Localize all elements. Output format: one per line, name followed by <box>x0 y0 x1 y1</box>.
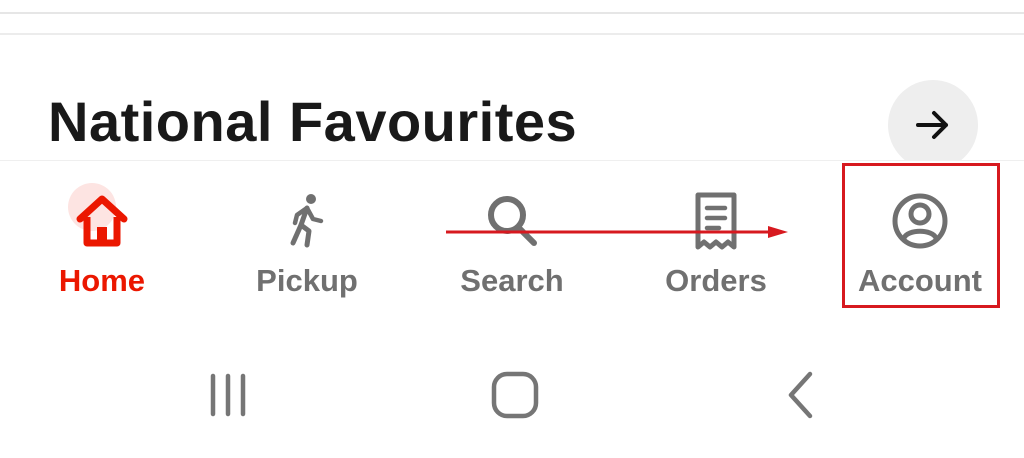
see-all-button[interactable] <box>888 80 978 170</box>
nav-tab-search[interactable]: Search <box>410 161 614 311</box>
system-home-icon[interactable] <box>480 360 550 430</box>
receipt-icon <box>684 189 748 253</box>
top-strip <box>0 0 1024 35</box>
nav-tab-pickup[interactable]: Pickup <box>205 161 409 311</box>
back-icon[interactable] <box>766 360 836 430</box>
nav-tab-label: Home <box>58 263 146 298</box>
nav-tab-orders[interactable]: Orders <box>614 161 818 311</box>
section-title: National Favourites <box>48 90 578 153</box>
nav-tab-home[interactable]: Home <box>0 161 204 311</box>
nav-tab-label: Search <box>460 263 564 298</box>
recents-icon[interactable] <box>193 360 263 430</box>
arrow-right-icon <box>916 111 948 139</box>
search-icon <box>480 189 544 253</box>
system-nav-bar <box>0 330 1024 458</box>
walking-person-icon <box>275 189 339 253</box>
bottom-nav-bar: Home Pickup Search Orders Account <box>0 160 1024 331</box>
nav-tab-label: Pickup <box>256 263 358 298</box>
section-header: National Favourites <box>0 35 1024 160</box>
divider <box>0 12 1024 14</box>
nav-tab-label: Orders <box>665 263 767 298</box>
nav-tab-account[interactable]: Account <box>818 161 1022 311</box>
nav-tab-label: Account <box>858 263 982 298</box>
account-icon <box>888 189 952 253</box>
home-icon <box>70 189 134 253</box>
